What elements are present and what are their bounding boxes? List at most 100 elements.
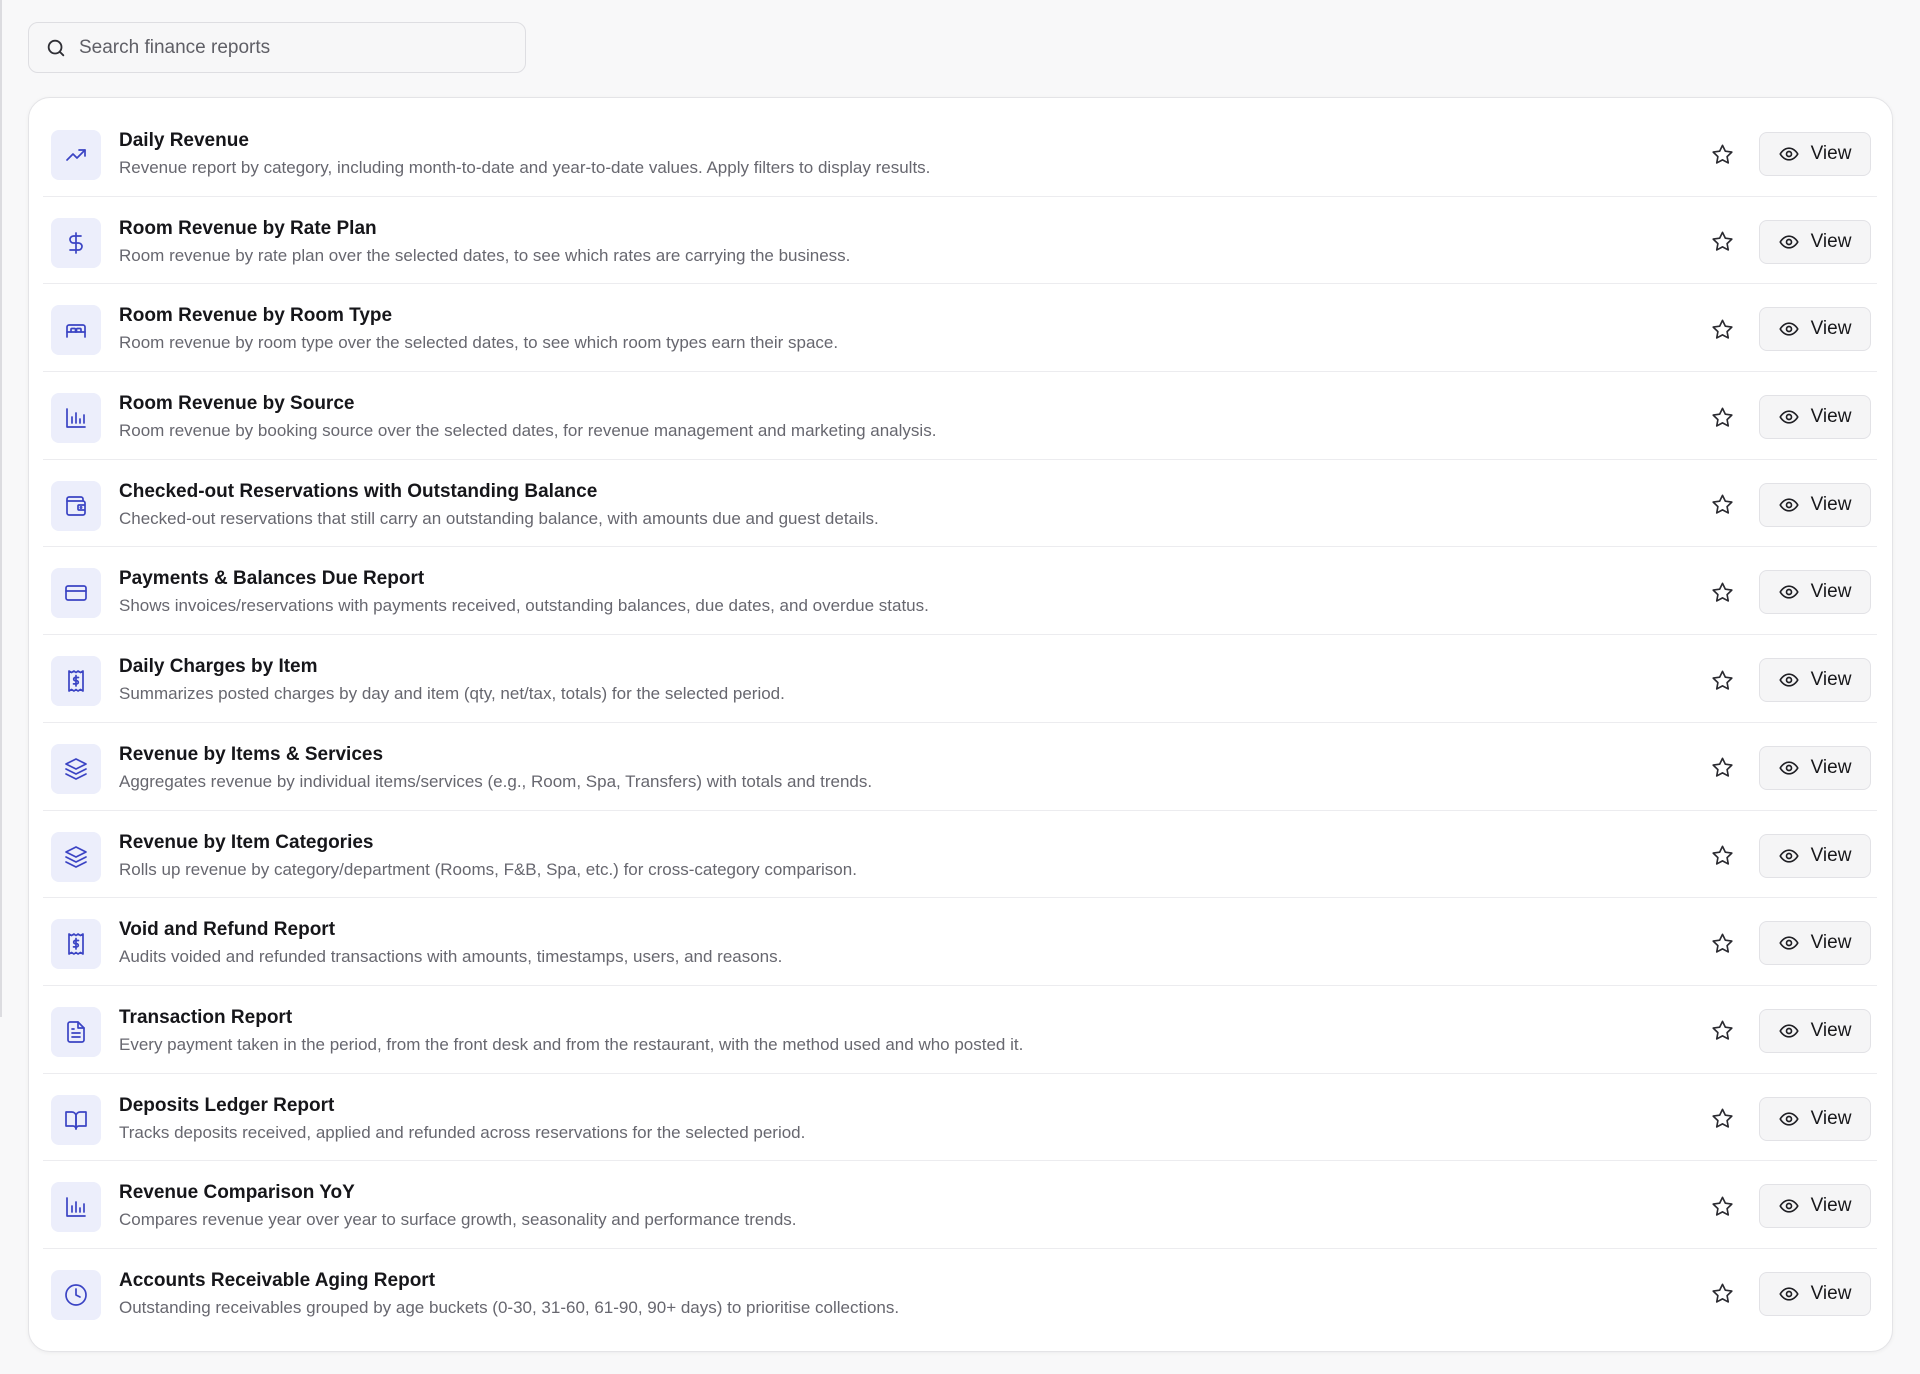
view-button-label: View bbox=[1810, 493, 1852, 515]
report-description: Aggregates revenue by individual items/s… bbox=[119, 771, 873, 791]
eye-icon bbox=[1778, 407, 1799, 427]
view-button-label: View bbox=[1810, 318, 1852, 340]
view-report-button[interactable]: View bbox=[1759, 1271, 1871, 1316]
report-text: Void and Refund Report Audits voided and … bbox=[119, 918, 1619, 968]
view-report-button[interactable]: View bbox=[1759, 219, 1871, 264]
file-text-icon bbox=[51, 1006, 101, 1057]
report-row: Accounts Receivable Aging Report Outstand… bbox=[43, 1249, 1877, 1337]
favorite-button[interactable] bbox=[1707, 1191, 1737, 1221]
star-icon bbox=[1711, 231, 1733, 251]
favorite-button[interactable] bbox=[1707, 753, 1737, 783]
panel-divider bbox=[0, 0, 2, 1017]
reports-card: Daily Revenue Revenue report by category,… bbox=[28, 97, 1893, 1352]
report-row: Daily Revenue Revenue report by category,… bbox=[43, 109, 1877, 197]
eye-icon bbox=[1778, 1196, 1799, 1216]
eye-icon bbox=[1778, 582, 1799, 602]
bar-chart-icon bbox=[51, 1182, 101, 1233]
report-title: Room Revenue by Source bbox=[119, 393, 355, 415]
eye-icon bbox=[1778, 495, 1799, 515]
layers-icon bbox=[51, 831, 101, 882]
favorite-button[interactable] bbox=[1707, 490, 1737, 520]
report-description: Checked-out reservations that still carr… bbox=[119, 508, 879, 528]
favorite-button[interactable] bbox=[1707, 841, 1737, 871]
star-icon bbox=[1711, 933, 1733, 953]
report-description: Room revenue by room type over the selec… bbox=[119, 333, 839, 353]
report-description: Rolls up revenue by category/department … bbox=[119, 859, 857, 879]
view-report-button[interactable]: View bbox=[1759, 307, 1871, 352]
bed-icon bbox=[51, 305, 101, 356]
favorite-button[interactable] bbox=[1707, 1016, 1737, 1046]
eye-icon bbox=[1778, 232, 1799, 252]
eye-icon bbox=[1778, 319, 1799, 339]
search-field[interactable] bbox=[28, 22, 526, 73]
report-title: Deposits Ledger Report bbox=[119, 1094, 335, 1116]
report-row: Transaction Report Every payment taken in… bbox=[43, 986, 1877, 1074]
view-report-button[interactable]: View bbox=[1759, 132, 1871, 176]
view-report-button[interactable]: View bbox=[1759, 1096, 1871, 1141]
report-row: Void and Refund Report Audits voided and … bbox=[43, 898, 1877, 986]
report-text: Accounts Receivable Aging Report Outstand… bbox=[119, 1269, 1619, 1319]
favorite-button[interactable] bbox=[1707, 1279, 1737, 1309]
favorite-button[interactable] bbox=[1707, 402, 1737, 432]
view-report-button[interactable]: View bbox=[1759, 1184, 1871, 1229]
view-report-button[interactable]: View bbox=[1759, 745, 1871, 790]
view-button-label: View bbox=[1810, 932, 1852, 954]
book-open-icon bbox=[51, 1094, 101, 1145]
receipt-icon bbox=[51, 656, 101, 707]
favorite-button[interactable] bbox=[1707, 227, 1737, 257]
view-report-button[interactable]: View bbox=[1759, 395, 1871, 440]
star-icon bbox=[1711, 845, 1733, 865]
favorite-button[interactable] bbox=[1707, 665, 1737, 695]
layers-icon bbox=[51, 743, 101, 794]
favorite-button[interactable] bbox=[1707, 1104, 1737, 1134]
report-text: Revenue by Item Categories Rolls up reven… bbox=[119, 831, 1619, 881]
favorite-button[interactable] bbox=[1707, 139, 1737, 169]
eye-icon bbox=[1778, 670, 1799, 690]
clock-icon bbox=[51, 1269, 101, 1320]
report-row: Room Revenue by Rate Plan Room revenue by… bbox=[43, 197, 1877, 285]
report-title: Void and Refund Report bbox=[119, 919, 336, 941]
report-title: Revenue by Item Categories bbox=[119, 831, 374, 853]
star-icon bbox=[1711, 1108, 1733, 1128]
view-report-button[interactable]: View bbox=[1759, 921, 1871, 966]
eye-icon bbox=[1778, 1109, 1799, 1129]
report-description: Shows invoices/reservations with payment… bbox=[119, 596, 929, 616]
view-report-button[interactable]: View bbox=[1759, 658, 1871, 703]
trending-up-icon bbox=[51, 130, 101, 180]
report-text: Revenue by Items & Services Aggregates re… bbox=[119, 743, 1619, 793]
credit-card-icon bbox=[51, 568, 101, 619]
report-title: Revenue by Items & Services bbox=[119, 743, 384, 765]
view-report-button[interactable]: View bbox=[1759, 833, 1871, 878]
star-icon bbox=[1711, 582, 1733, 602]
report-text: Daily Charges by Item Summarizes posted c… bbox=[119, 655, 1619, 705]
favorite-button[interactable] bbox=[1707, 577, 1737, 607]
report-title: Payments & Balances Due Report bbox=[119, 568, 425, 590]
report-text: Room Revenue by Source Room revenue by bo… bbox=[119, 392, 1619, 442]
report-title: Room Revenue by Rate Plan bbox=[119, 217, 377, 239]
eye-icon bbox=[1778, 846, 1799, 866]
report-row: Revenue by Item Categories Rolls up reven… bbox=[43, 811, 1877, 899]
report-description: Room revenue by booking source over the … bbox=[119, 421, 937, 441]
report-list: Daily Revenue Revenue report by category,… bbox=[43, 109, 1877, 1337]
view-button-label: View bbox=[1810, 1282, 1852, 1304]
star-icon bbox=[1711, 144, 1733, 164]
report-description: Summarizes posted charges by day and ite… bbox=[119, 684, 785, 704]
view-report-button[interactable]: View bbox=[1759, 1008, 1871, 1053]
eye-icon bbox=[1778, 144, 1799, 164]
report-text: Daily Revenue Revenue report by category,… bbox=[119, 129, 1619, 179]
search-input[interactable] bbox=[79, 36, 499, 59]
view-report-button[interactable]: View bbox=[1759, 482, 1871, 527]
view-report-button[interactable]: View bbox=[1759, 570, 1871, 615]
report-title: Daily Revenue bbox=[119, 130, 249, 151]
favorite-button[interactable] bbox=[1707, 314, 1737, 344]
view-button-label: View bbox=[1810, 1107, 1852, 1129]
report-row: Revenue by Items & Services Aggregates re… bbox=[43, 723, 1877, 811]
report-row: Daily Charges by Item Summarizes posted c… bbox=[43, 635, 1877, 723]
report-description: Compares revenue year over year to surfa… bbox=[119, 1210, 797, 1230]
star-icon bbox=[1711, 670, 1733, 690]
report-title: Accounts Receivable Aging Report bbox=[119, 1269, 436, 1291]
favorite-button[interactable] bbox=[1707, 928, 1737, 958]
report-text: Room Revenue by Room Type Room revenue by… bbox=[119, 304, 1619, 354]
report-text: Deposits Ledger Report Tracks deposits re… bbox=[119, 1094, 1619, 1144]
report-row: Deposits Ledger Report Tracks deposits re… bbox=[43, 1074, 1877, 1162]
